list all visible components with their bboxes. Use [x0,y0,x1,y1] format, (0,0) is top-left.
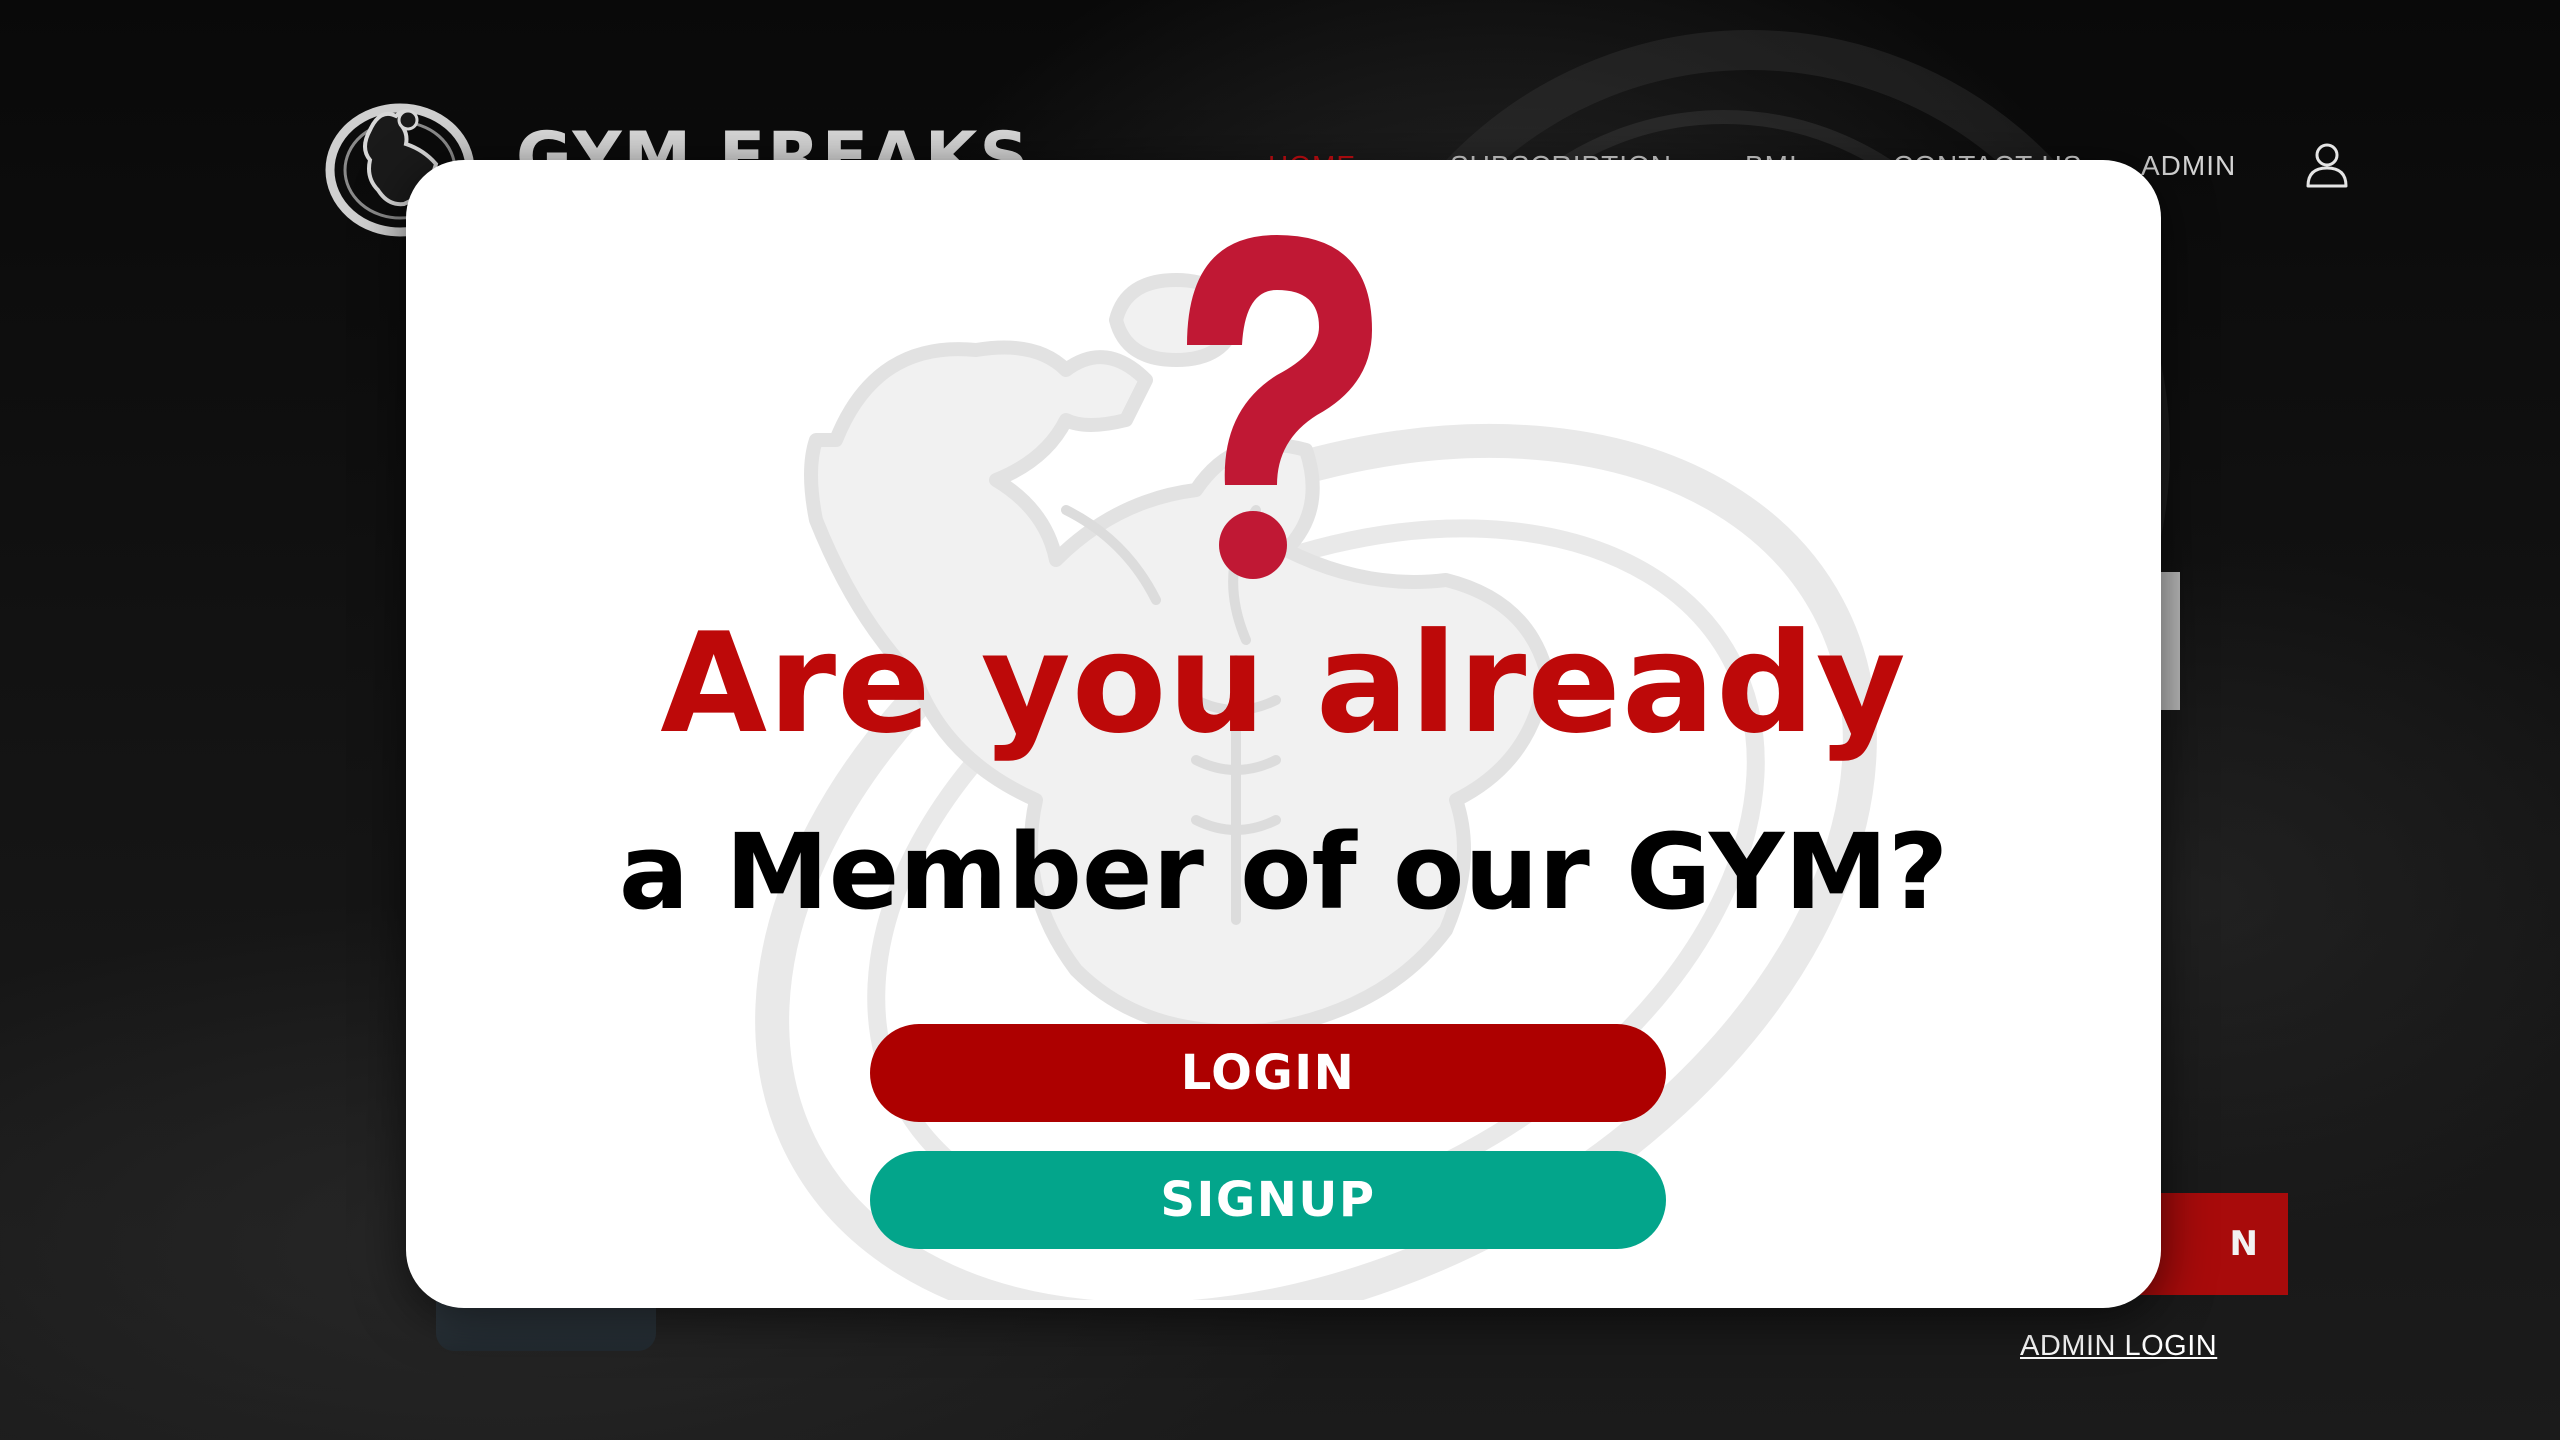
question-mark-icon [1187,235,1372,579]
login-button[interactable]: LOGIN [870,1024,1666,1122]
admin-login-link[interactable]: ADMIN LOGIN [2020,1330,2217,1363]
user-icon[interactable] [2305,142,2349,188]
nav-item-admin[interactable]: ADMIN [2141,150,2236,182]
membership-modal: Are you already a Member of our GYM? LOG… [406,160,2161,1308]
hero-join-button-label: N [2229,1224,2258,1264]
page: GYM FREAKS HOME SUBSCRIPTION BMI CONTACT… [0,0,2560,1440]
signup-button[interactable]: SIGNUP [870,1151,1666,1249]
modal-subtitle: a Member of our GYM? [618,811,1949,933]
modal-title: Are you already [660,603,1907,764]
